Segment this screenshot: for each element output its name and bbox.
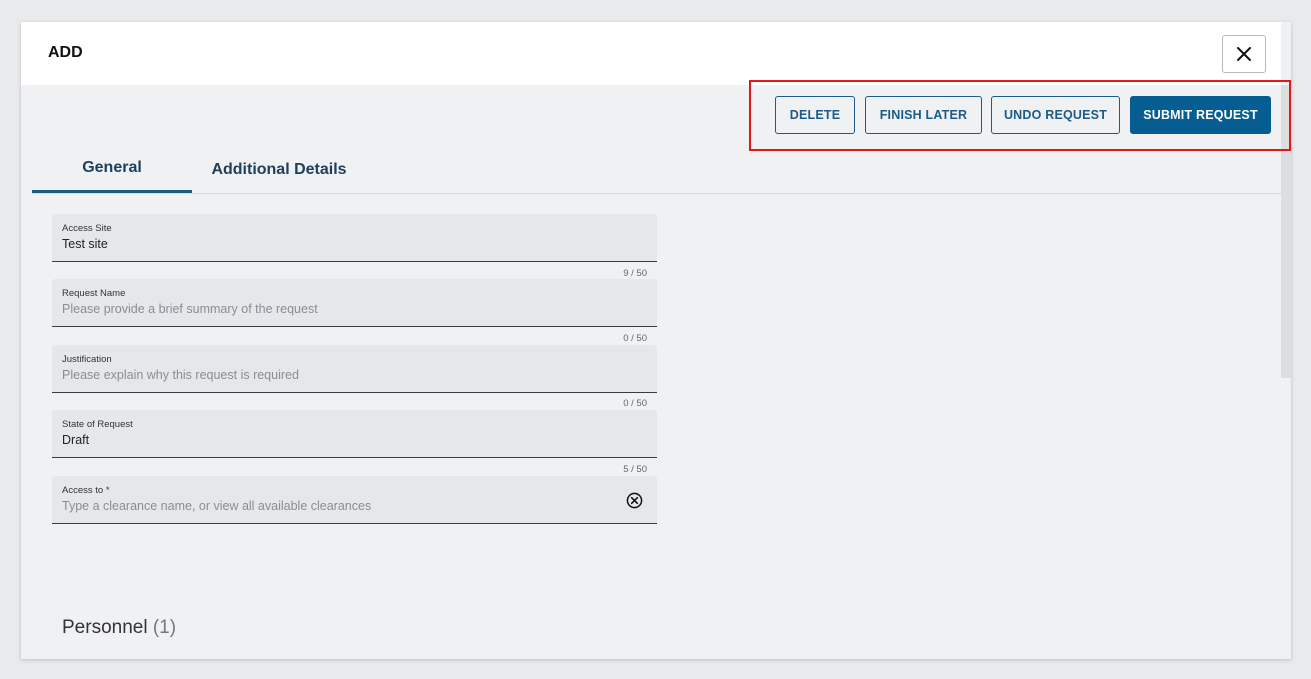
personnel-count: (1) (152, 617, 177, 638)
justification-counter: 0 / 50 (623, 398, 647, 409)
justification-label: Justification (62, 354, 112, 365)
access-site-value: Test site (62, 237, 108, 251)
access-site-label: Access Site (62, 223, 112, 234)
state-of-request-value: Draft (62, 433, 90, 447)
request-name-field[interactable]: Request Name Please provide a brief summ… (52, 279, 657, 327)
access-to-label: Access to * (62, 485, 110, 496)
access-to-placeholder: Type a clearance name, or view all avail… (62, 499, 372, 513)
state-of-request-label: State of Request (62, 419, 133, 430)
personnel-title: Personnel (62, 617, 148, 638)
finish-later-button[interactable]: FINISH LATER (865, 96, 982, 134)
clear-circle-icon[interactable] (626, 492, 643, 509)
submit-request-button[interactable]: SUBMIT REQUEST (1130, 96, 1271, 134)
delete-button[interactable]: DELETE (775, 96, 855, 134)
tab-general[interactable]: General (32, 146, 192, 193)
justification-placeholder: Please explain why this request is requi… (62, 368, 299, 382)
close-button[interactable] (1222, 35, 1266, 73)
personnel-section-title: Personnel (1) (62, 617, 176, 639)
undo-request-button[interactable]: UNDO REQUEST (991, 96, 1120, 134)
justification-field[interactable]: Justification Please explain why this re… (52, 345, 657, 393)
request-name-placeholder: Please provide a brief summary of the re… (62, 302, 318, 316)
dialog-header: ADD (21, 22, 1281, 85)
close-icon (1237, 47, 1251, 61)
access-to-field[interactable]: Access to * Type a clearance name, or vi… (52, 476, 657, 524)
dialog-title: ADD (48, 44, 83, 61)
tab-additional-details[interactable]: Additional Details (204, 146, 354, 193)
request-name-counter: 0 / 50 (623, 333, 647, 344)
state-of-request-counter: 5 / 50 (623, 464, 647, 475)
request-name-label: Request Name (62, 288, 126, 299)
add-request-dialog: ADD DELETE FINISH LATER UNDO REQUEST SUB… (21, 22, 1291, 659)
access-site-field[interactable]: Access Site Test site (52, 214, 657, 262)
state-of-request-field[interactable]: State of Request Draft (52, 410, 657, 458)
tab-bar: General Additional Details (32, 146, 1282, 194)
access-site-counter: 9 / 50 (623, 268, 647, 279)
